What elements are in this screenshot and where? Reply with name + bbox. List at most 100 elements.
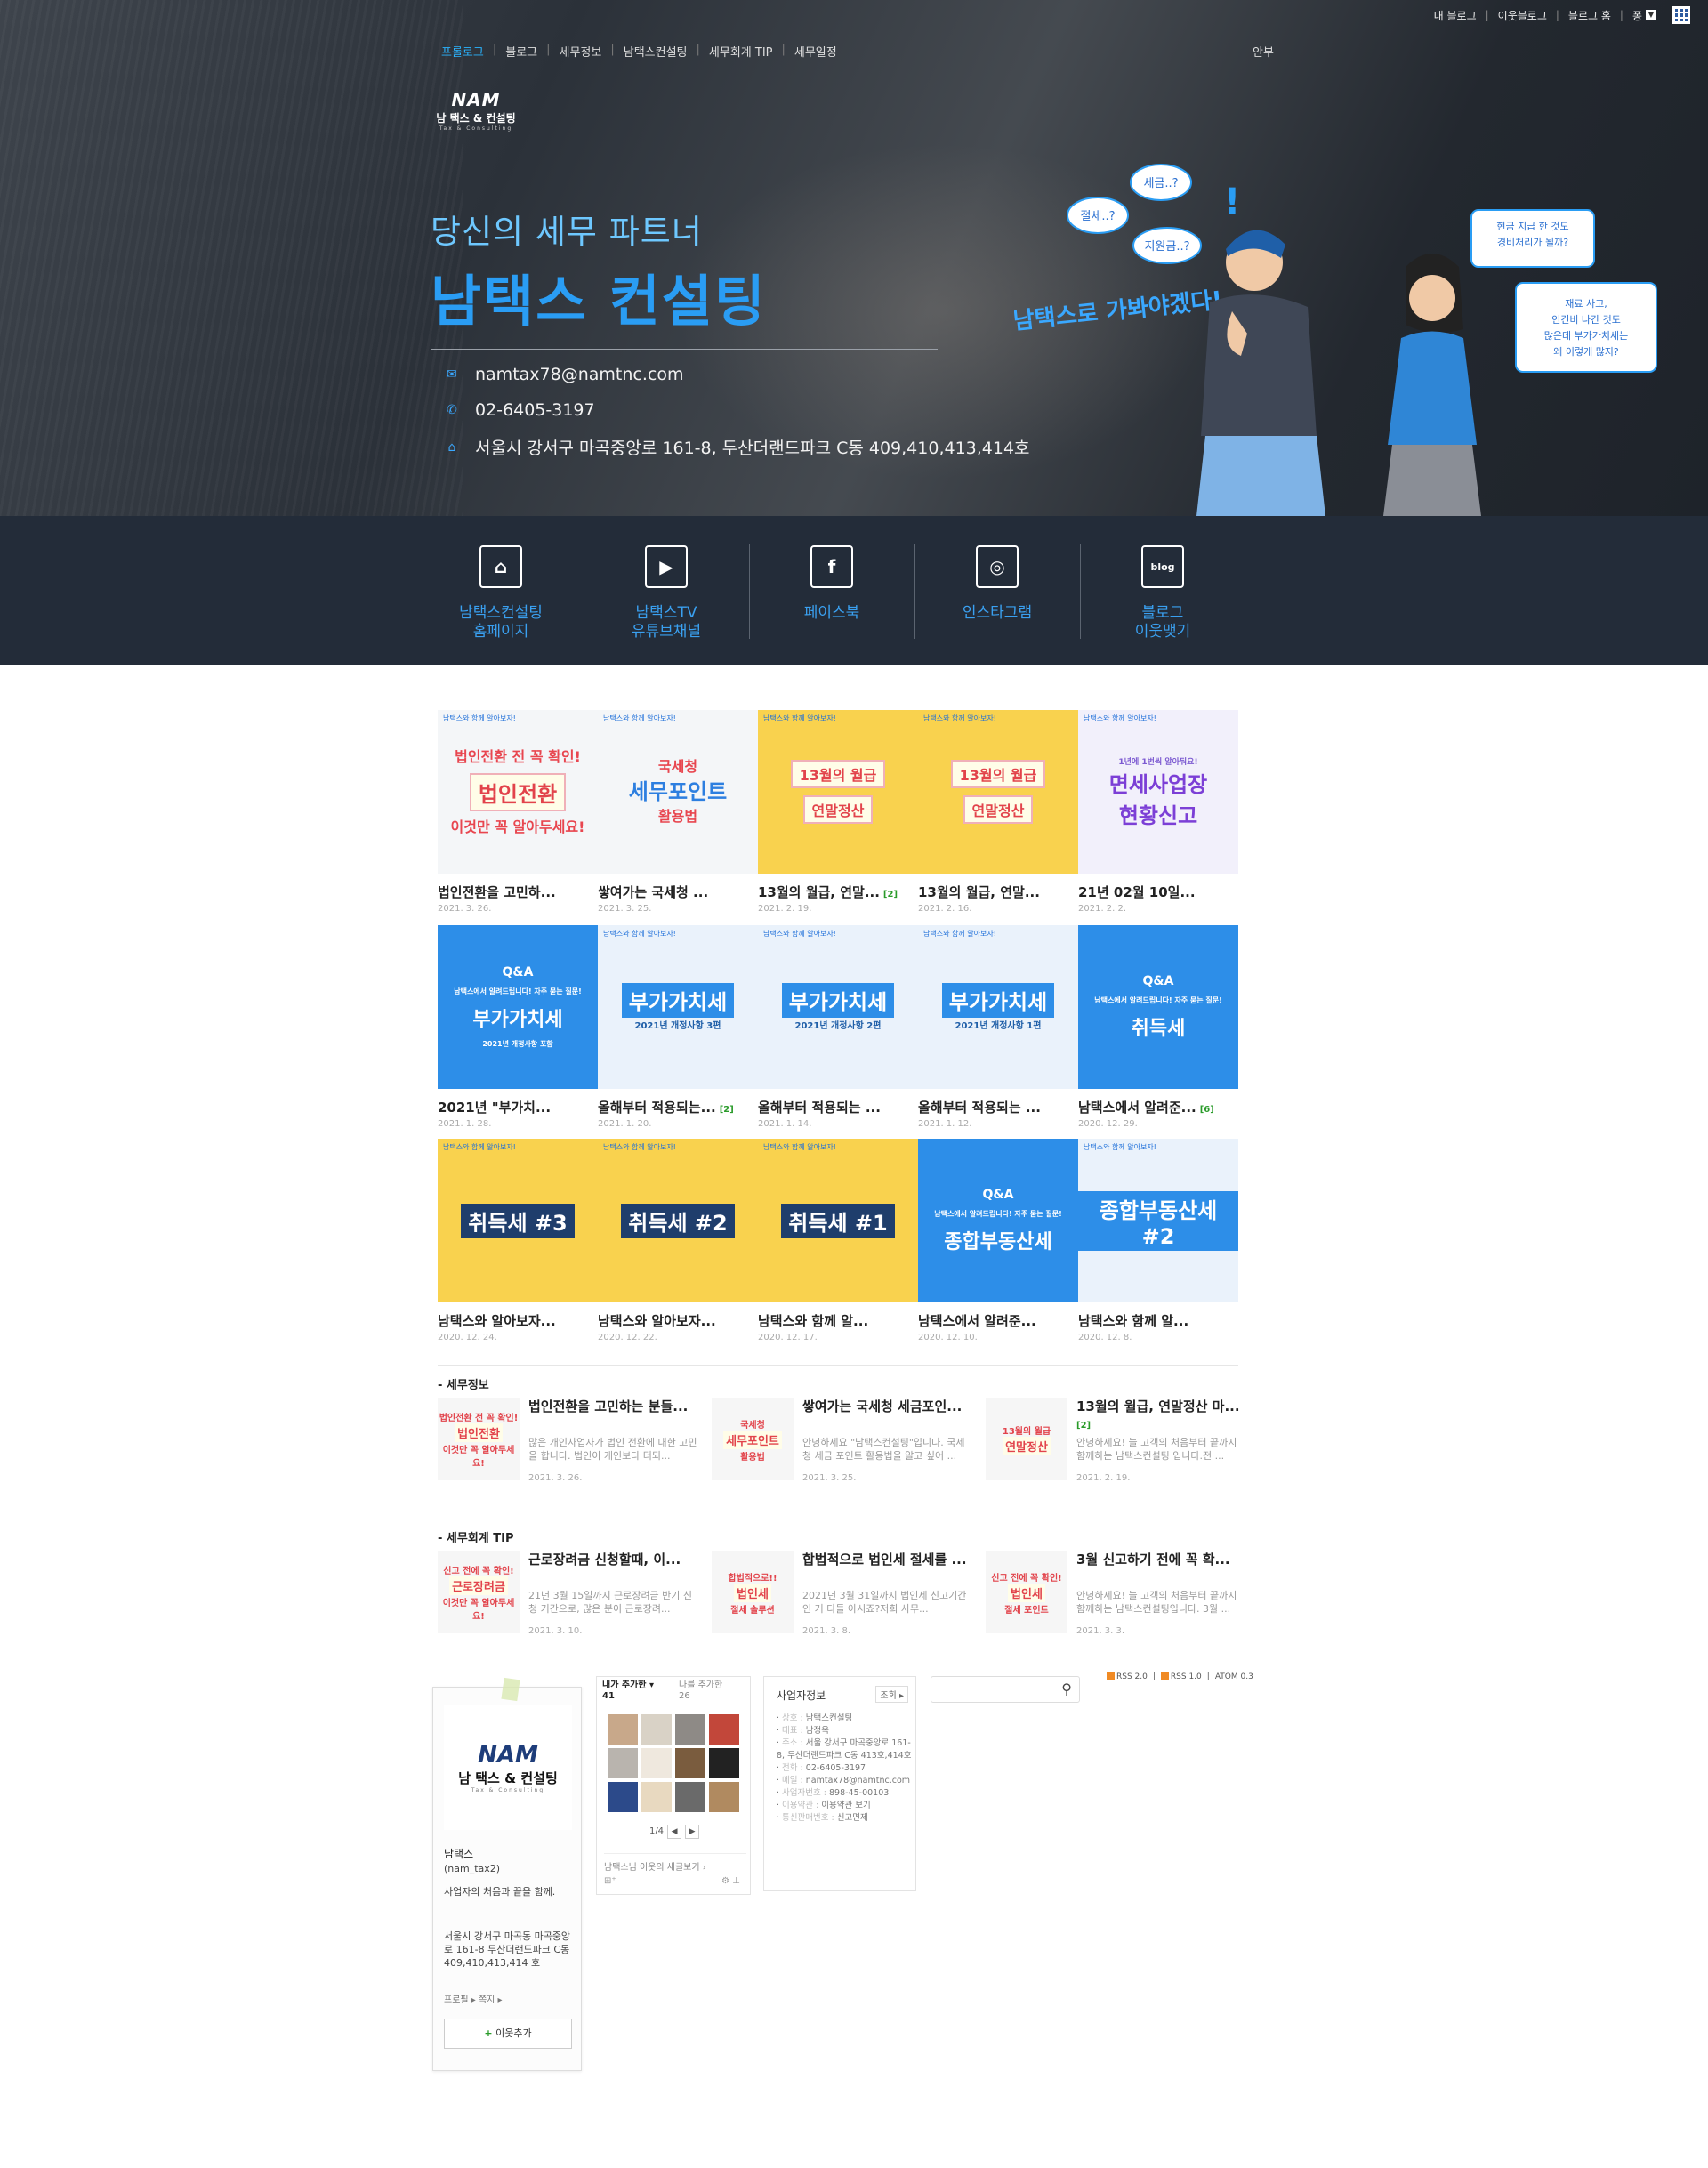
prev-page-button[interactable]: ◀ (667, 1825, 682, 1839)
menu-item-namtax[interactable]: 남택스컨설팅 (624, 43, 688, 60)
add-widget-icon[interactable]: ⊞⁺ (604, 1876, 616, 1886)
post-tile[interactable]: 남택스와 함께 알아보자! 법인전환 전 꼭 확인! 법인전환 이것만 꼭 알아두세요… (438, 710, 598, 914)
shortcut-blog-neighbor[interactable]: blog 블로그 이웃맺기 (1080, 516, 1245, 665)
section-heading[interactable]: 세무회계 TIP (438, 1528, 1238, 1545)
business-info-toggle[interactable]: 조회 ▸ (875, 1686, 908, 1703)
tab-followers[interactable]: 나를 추가한 26 (673, 1677, 750, 1707)
post-tile[interactable]: 남택스와 함께 알아보자! 13월의 월급 연말정산 13월의 월급, 연말... [2… (758, 710, 918, 914)
list-title[interactable]: 근로장려금 신청할때, 이... (528, 1551, 693, 1568)
neighbor-avatar[interactable] (608, 1782, 638, 1812)
list-item[interactable]: 법인전환 전 꼭 확인! 법인전환 이것만 꼭 알아두세요! 법인전환을 고민하는 분… (438, 1398, 705, 1484)
blog-home-link[interactable]: 블로그 홈 (1568, 8, 1611, 23)
post-tile[interactable]: 남택스와 함께 알아보자! 부가가치세 2021년 개정사항 3편 올해부터 적용되는… (598, 925, 758, 1129)
add-neighbor-button[interactable]: + 이웃추가 (444, 2019, 572, 2049)
post-tile[interactable]: 남택스와 함께 알아보자! 13월의 월급 연말정산 13월의 월급, 연말... 20… (918, 710, 1078, 914)
list-title[interactable]: 13월의 월급, 연말정산 마...[2] (1076, 1398, 1241, 1434)
list-title[interactable]: 쌓여가는 국세청 세금포인... (802, 1398, 967, 1415)
post-thumbnail[interactable]: Q&A 남택스에서 알려드립니다! 자주 묻는 질문! 취득세 (1078, 925, 1238, 1089)
profile-image[interactable]: NAM 남 택스 & 컨설팅 Tax & Consulting (444, 1705, 572, 1830)
list-thumbnail[interactable]: 합법적으로!! 법인세 절세 솔루션 (712, 1551, 794, 1633)
menu-item-tax-info[interactable]: 세무정보 (560, 43, 602, 60)
shortcut-facebook[interactable]: f 페이스북 (749, 516, 914, 665)
comment-count[interactable]: [6] (1200, 1105, 1214, 1115)
comment-count[interactable]: [2] (720, 1105, 734, 1115)
neighbor-avatar[interactable] (608, 1714, 638, 1745)
post-tile[interactable]: Q&A 남택스에서 알려드립니다! 자주 묻는 질문! 취득세남택스에서 알려준..… (1078, 925, 1238, 1129)
post-tile[interactable]: 남택스와 함께 알아보자! 취득세 #1 남택스와 함께 알... 2020. 12.… (758, 1139, 918, 1342)
post-thumbnail[interactable]: 남택스와 함께 알아보자! 13월의 월급 연말정산 (758, 710, 918, 874)
post-tile[interactable]: 남택스와 함께 알아보자! 취득세 #2 남택스와 알아보자... 2020. 12.… (598, 1139, 758, 1342)
neighbor-new-posts-link[interactable]: 남택스님 이웃의 새글보기 › (604, 1853, 746, 1873)
post-title[interactable]: 올해부터 적용되는... [2] (598, 1098, 758, 1116)
post-thumbnail[interactable]: 남택스와 함께 알아보자! 법인전환 전 꼭 확인! 법인전환 이것만 꼭 알아두세요… (438, 710, 598, 874)
list-thumbnail[interactable]: 국세청 세무포인트 활용법 (712, 1398, 794, 1480)
list-item[interactable]: 합법적으로!! 법인세 절세 솔루션 합법적으로 법인세 절세를 ... 2021년 3… (712, 1551, 979, 1637)
brand-logo[interactable]: NAM 남 택스 & 컨설팅 Tax & Consulting (427, 89, 525, 139)
section-heading[interactable]: 세무정보 (438, 1375, 1238, 1392)
post-tile[interactable]: Q&A 남택스에서 알려드립니다! 자주 묻는 질문! 부가가치세 2021년 개정사… (438, 925, 598, 1129)
post-title[interactable]: 올해부터 적용되는 ... (918, 1098, 1078, 1116)
post-title[interactable]: 올해부터 적용되는 ... (758, 1098, 918, 1116)
post-title[interactable]: 남택스에서 알려준... (918, 1311, 1078, 1330)
rss1-link[interactable]: RSS 1.0 (1160, 1672, 1202, 1681)
post-thumbnail[interactable]: 남택스와 함께 알아보자! 부가가치세 2021년 개정사항 2편 (758, 925, 918, 1089)
list-item[interactable]: 국세청 세무포인트 활용법 쌓여가는 국세청 세금포인... 안녕하세요 "남택스컨설팅… (712, 1398, 979, 1484)
post-tile[interactable]: 남택스와 함께 알아보자! 부가가치세 2021년 개정사항 2편올해부터 적용되는… (758, 925, 918, 1129)
post-title[interactable]: 쌓여가는 국세청 ... (598, 883, 758, 901)
post-tile[interactable]: 남택스와 함께 알아보자! 취득세 #3 남택스와 알아보자... 2020. 12.… (438, 1139, 598, 1342)
search-icon[interactable]: ⚲ (1061, 1680, 1072, 1697)
neighbor-avatar[interactable] (641, 1714, 672, 1745)
list-thumbnail[interactable]: 신고 전에 꼭 확인! 근로장려금 이것만 꼭 알아두세요! (438, 1551, 520, 1633)
comment-count[interactable]: [2] (883, 890, 898, 899)
menu-item-tax-schedule[interactable]: 세무일정 (794, 43, 837, 60)
post-thumbnail[interactable]: 남택스와 함께 알아보자! 1년에 1번씩 알아둬요! 면세사업장 현황신고 (1078, 710, 1238, 874)
list-title[interactable]: 3월 신고하기 전에 꼭 확... (1076, 1551, 1241, 1568)
list-thumbnail[interactable]: 신고 전에 꼭 확인! 법인세 절세 포인트 (986, 1551, 1068, 1633)
neighbor-avatar[interactable] (709, 1748, 739, 1778)
my-blog-link[interactable]: 내 블로그 (1434, 8, 1477, 23)
search-box[interactable]: ⚲ (931, 1676, 1080, 1703)
post-thumbnail[interactable]: Q&A 남택스에서 알려드립니다! 자주 묻는 질문! 종합부동산세 (918, 1139, 1078, 1302)
post-tile[interactable]: 남택스와 함께 알아보자! 1년에 1번씩 알아둬요! 면세사업장 현황신고 21년 0… (1078, 710, 1238, 914)
post-thumbnail[interactable]: Q&A 남택스에서 알려드립니다! 자주 묻는 질문! 부가가치세 2021년 개정사… (438, 925, 598, 1089)
menu-item-guestbook[interactable]: 안부 (1253, 43, 1274, 60)
list-item[interactable]: 신고 전에 꼭 확인! 근로장려금 이것만 꼭 알아두세요! 근로장려금 신청할때, … (438, 1551, 705, 1637)
post-thumbnail[interactable]: 남택스와 함께 알아보자! 국세청 세무포인트 활용법 (598, 710, 758, 874)
post-title[interactable]: 남택스와 함께 알... (1078, 1311, 1238, 1330)
post-thumbnail[interactable]: 남택스와 함께 알아보자! 부가가치세 2021년 개정사항 1편 (918, 925, 1078, 1089)
post-tile[interactable]: Q&A 남택스에서 알려드립니다! 자주 묻는 질문! 종합부동산세남택스에서 알려… (918, 1139, 1078, 1342)
neighbor-avatar[interactable] (608, 1748, 638, 1778)
list-item[interactable]: 신고 전에 꼭 확인! 법인세 절세 포인트 3월 신고하기 전에 꼭 확... 안녕하… (986, 1551, 1253, 1637)
neighbor-avatar[interactable] (675, 1748, 705, 1778)
business-info-row[interactable]: · 이용약관 : 이용약관 보기 (777, 1800, 912, 1812)
post-thumbnail[interactable]: 남택스와 함께 알아보자! 취득세 #1 (758, 1139, 918, 1302)
list-title[interactable]: 법인전환을 고민하는 분들... (528, 1398, 693, 1415)
neighbor-avatar[interactable] (641, 1782, 672, 1812)
profile-links[interactable]: 프로필 ▸ 쪽지 ▸ (444, 1994, 577, 2007)
menu-item-blog[interactable]: 블로그 (505, 43, 537, 60)
neighbor-avatar[interactable] (709, 1714, 739, 1745)
post-title[interactable]: 남택스에서 알려준... [6] (1078, 1098, 1238, 1116)
shortcut-youtube[interactable]: ▶ 남택스TV 유튜브채널 (584, 516, 749, 665)
post-thumbnail[interactable]: 남택스와 함께 알아보자! 취득세 #3 (438, 1139, 598, 1302)
list-thumbnail[interactable]: 법인전환 전 꼭 확인! 법인전환 이것만 꼭 알아두세요! (438, 1398, 520, 1480)
atom-link[interactable]: ATOM 0.3 (1215, 1672, 1253, 1681)
post-title[interactable]: 남택스와 알아보자... (598, 1311, 758, 1330)
comment-count[interactable]: [2] (1076, 1421, 1091, 1431)
post-thumbnail[interactable]: 남택스와 함께 알아보자! 13월의 월급 연말정산 (918, 710, 1078, 874)
menu-item-prologue[interactable]: 프롤로그 (441, 43, 484, 60)
neighbor-avatar[interactable] (675, 1782, 705, 1812)
post-thumbnail[interactable]: 남택스와 함께 알아보자! 취득세 #2 (598, 1139, 758, 1302)
post-title[interactable]: 법인전환을 고민하... (438, 883, 598, 901)
neighbor-blog-link[interactable]: 이웃블로그 (1498, 8, 1547, 23)
post-title[interactable]: 13월의 월급, 연말... (918, 883, 1078, 901)
post-title[interactable]: 남택스와 함께 알... (758, 1311, 918, 1330)
neighbor-avatar[interactable] (641, 1748, 672, 1778)
post-title[interactable]: 남택스와 알아보자... (438, 1311, 598, 1330)
rss2-link[interactable]: RSS 2.0 (1107, 1672, 1148, 1681)
post-tile[interactable]: 남택스와 함께 알아보자! 종합부동산세 #2 남택스와 함께 알... 2020. … (1078, 1139, 1238, 1342)
list-title[interactable]: 합법적으로 법인세 절세를 ... (802, 1551, 967, 1568)
neighbor-avatar[interactable] (675, 1714, 705, 1745)
tab-my-neighbors[interactable]: 내가 추가한 ▾ 41 (597, 1677, 673, 1707)
shortcut-instagram[interactable]: ◎ 인스타그램 (914, 516, 1080, 665)
